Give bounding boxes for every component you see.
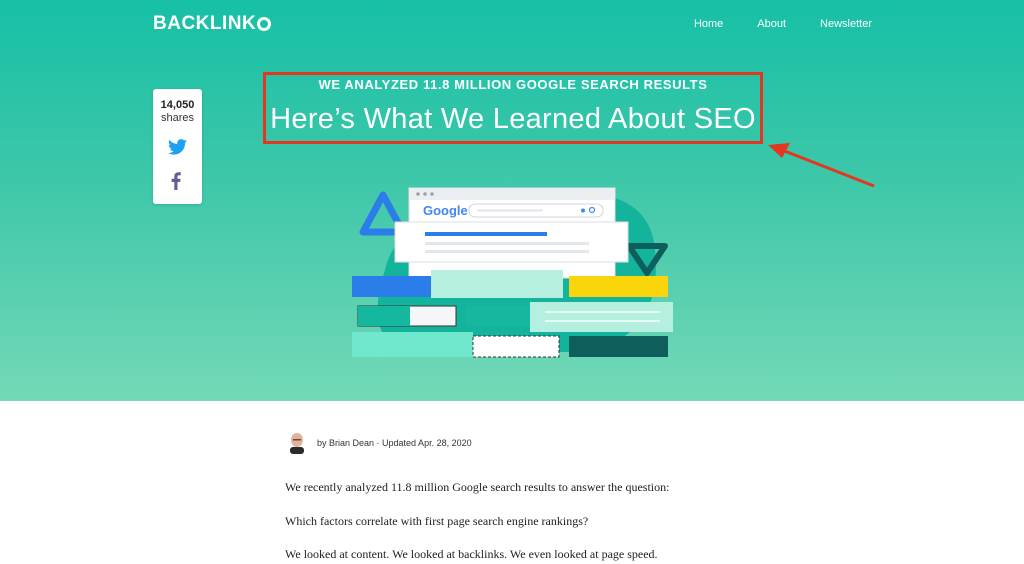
top-nav: Home About Newsletter [694,18,872,30]
backlinko-logo[interactable]: BACKLINK [153,13,272,35]
article-paragraph: We recently analyzed 11.8 million Google… [285,480,670,494]
nav-about[interactable]: About [757,18,786,30]
share-count: 14,050 [160,99,195,111]
byline-text: by Brian Dean · Updated Apr. 28, 2020 [317,438,472,448]
page-title: Here’s What We Learned About SEO [270,103,756,135]
block-mint [431,270,563,298]
hero-kicker: WE ANALYZED 11.8 MILLION GOOGLE SEARCH R… [318,77,708,92]
mic-icon [581,208,585,213]
twitter-icon[interactable] [168,139,187,155]
hero-illustration: Google [352,187,673,358]
hero-section: BACKLINK Home About Newsletter 14,050 sh… [0,0,1024,401]
annotation-arrow [768,143,875,188]
browser-titlebar [409,188,615,200]
nav-home[interactable]: Home [694,18,723,30]
author-avatar[interactable] [287,432,307,454]
article-byline: by Brian Dean · Updated Apr. 28, 2020 [287,432,472,454]
block-blue [352,276,431,297]
block-aqua [352,332,473,357]
block-mint-right [530,302,673,332]
google-logo: Google [423,203,468,218]
logo-o-ring [257,17,272,31]
article-paragraph: Which factors correlate with first page … [285,514,589,528]
block-dark-teal [569,336,668,357]
nav-newsletter[interactable]: Newsletter [820,18,872,30]
facebook-icon[interactable] [171,172,181,190]
block-dashed [472,335,560,358]
share-widget: 14,050 shares [153,89,202,204]
block-yellow [569,276,668,297]
logo-text: BACKLINK [153,13,257,34]
share-label: shares [160,112,195,124]
article-paragraph: We looked at content. We looked at backl… [285,547,658,561]
block-teal [466,306,530,326]
